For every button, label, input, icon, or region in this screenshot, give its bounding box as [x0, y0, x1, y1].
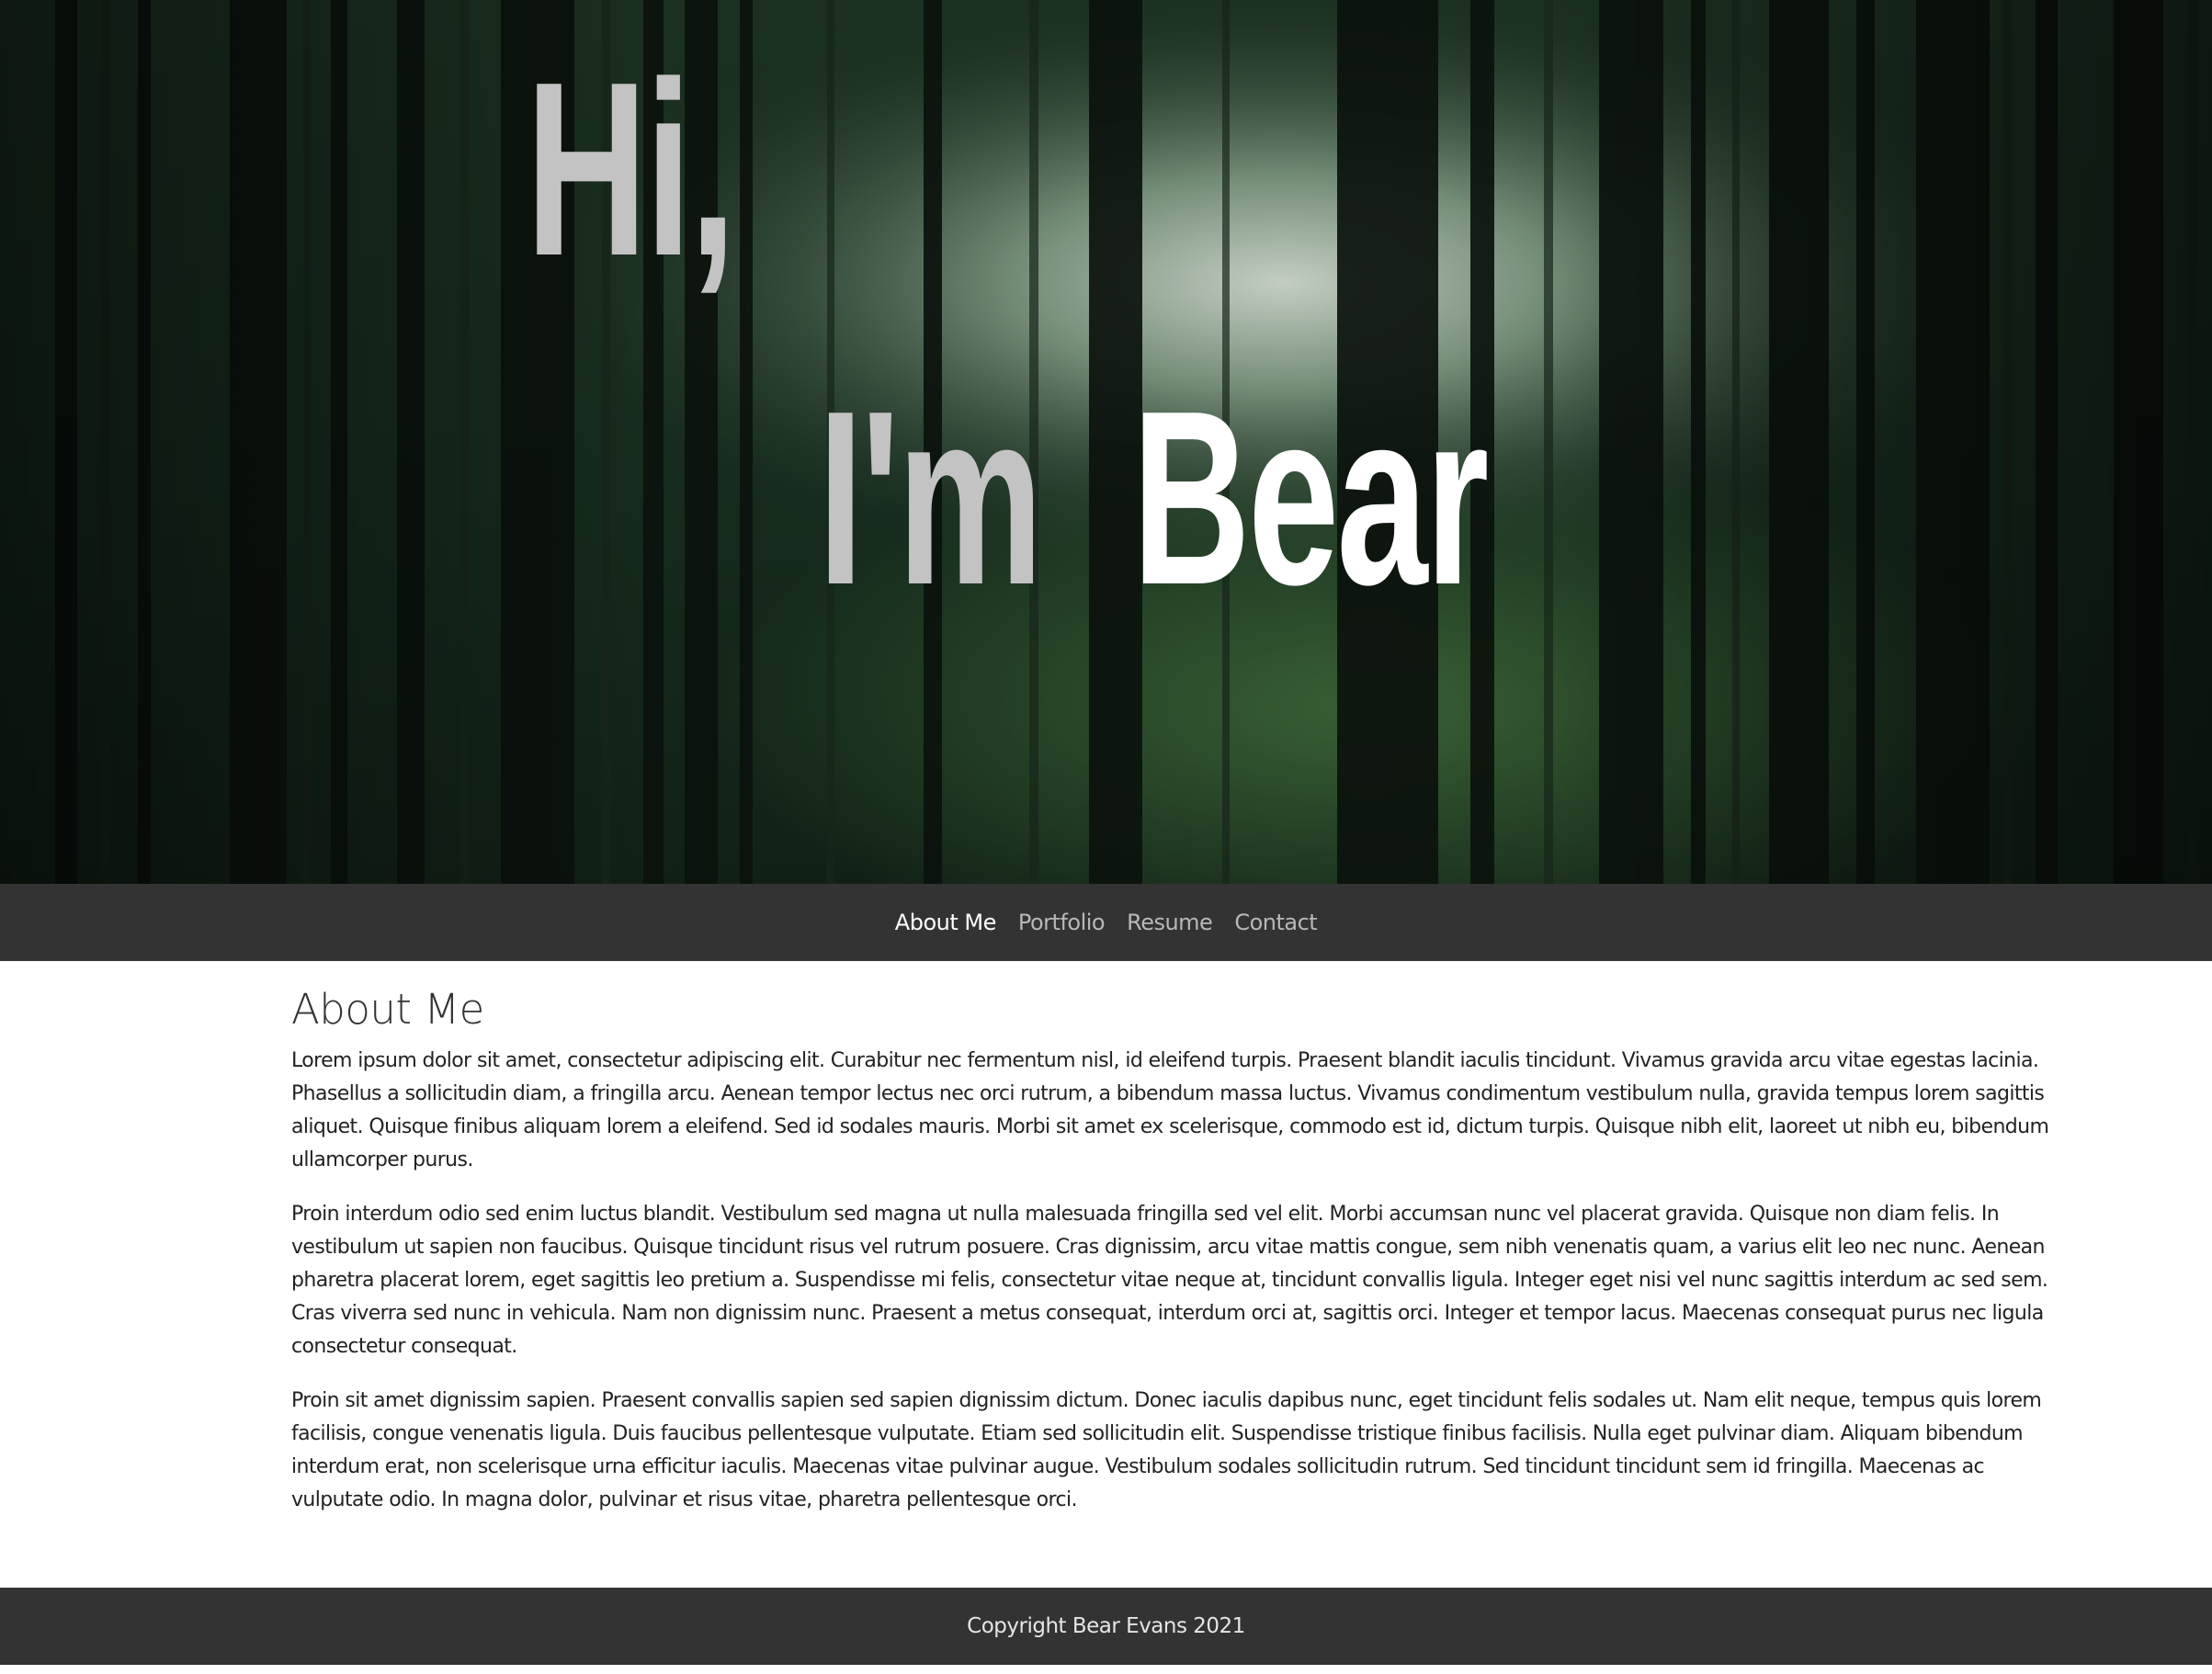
- hero-banner: Hi, I'm Bear: [0, 0, 2212, 884]
- nav-link-contact[interactable]: Contact: [1234, 910, 1317, 935]
- about-paragraph-2: Proin interdum odio sed enim luctus blan…: [291, 1203, 2048, 1358]
- section-title: About Me: [291, 985, 484, 1034]
- nav-link-about-me[interactable]: About Me: [895, 910, 997, 935]
- about-section: About Me Lorem ipsum dolor sit amet, con…: [291, 985, 2065, 1538]
- hero-greeting: Hi,: [526, 31, 736, 308]
- page-footer: Copyright Bear Evans 2021: [0, 1588, 2212, 1665]
- forest-background-image: [0, 0, 2212, 884]
- main-navbar: About Me Portfolio Resume Contact: [0, 884, 2212, 961]
- about-paragraph-3: Proin sit amet dignissim sapien. Praesen…: [291, 1389, 2042, 1511]
- nav-link-portfolio[interactable]: Portfolio: [1018, 910, 1106, 935]
- hero-name: Bear: [1132, 360, 1489, 637]
- hero-intro: I'm: [818, 360, 1043, 637]
- about-paragraph-1: Lorem ipsum dolor sit amet, consectetur …: [291, 1049, 2049, 1171]
- copyright-text: Copyright Bear Evans 2021: [967, 1614, 1245, 1638]
- nav-link-resume[interactable]: Resume: [1127, 910, 1213, 935]
